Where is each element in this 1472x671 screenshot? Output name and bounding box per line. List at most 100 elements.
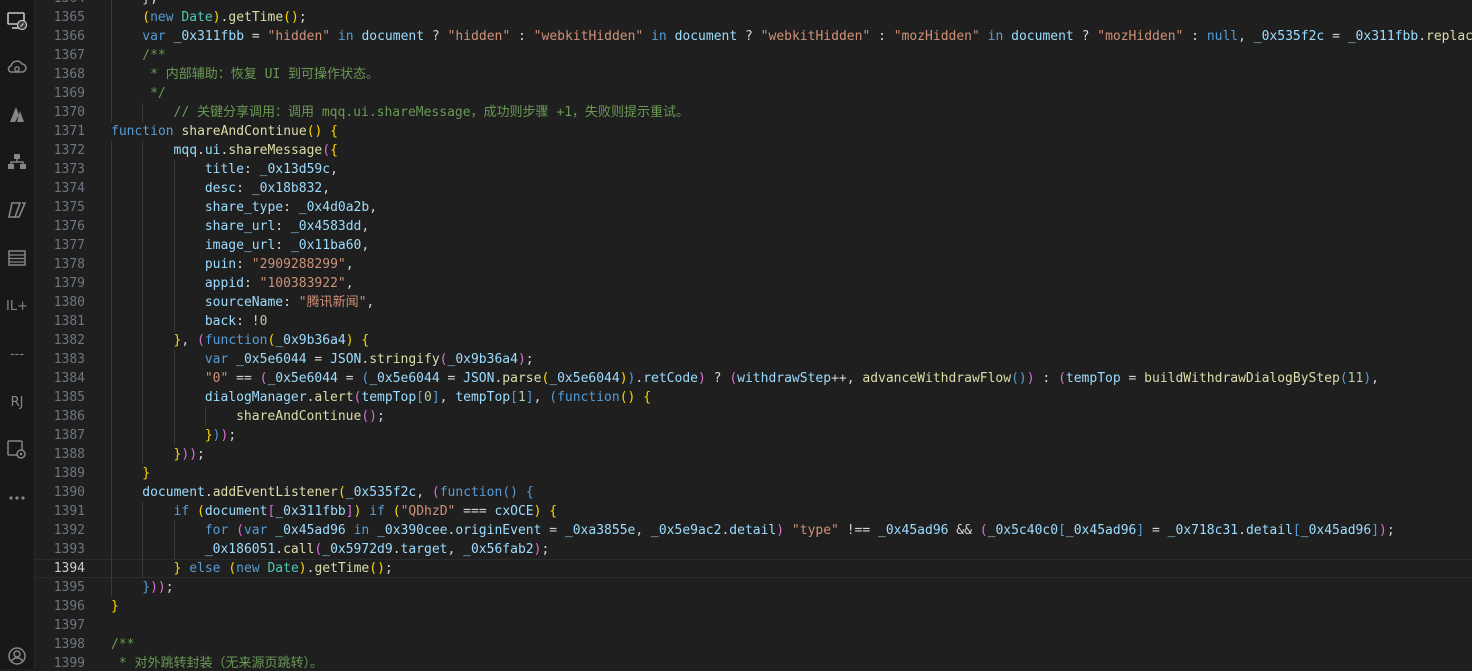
code-token: 11: [1347, 371, 1364, 386]
code-line[interactable]: 1392 for (var _0x45ad96 in _0x390cee.orig…: [35, 521, 1472, 540]
code-token: (: [1339, 371, 1348, 386]
code-line[interactable]: 1381 back: !0: [35, 312, 1472, 331]
code-line[interactable]: 1382}, (function(_0x9b36a4) {: [35, 331, 1472, 350]
code-line[interactable]: 1378 puin: "2909288299",: [35, 255, 1472, 274]
code-token: (): [306, 124, 323, 139]
code-token: 1: [517, 390, 526, 405]
code-line[interactable]: 1376 share_url: _0x4583dd,: [35, 217, 1472, 236]
code-line[interactable]: 1370 // 关键分享调用：调用 mqq.ui.shareMessage，成功则…: [35, 103, 1472, 122]
code-line[interactable]: 1371 function shareAndContinue() {: [35, 122, 1472, 141]
line-number: 1382: [53, 333, 85, 348]
code-line[interactable]: 1379 appid: "100383922",: [35, 274, 1472, 293]
code-text: */: [142, 84, 166, 103]
code-token: ===: [455, 504, 495, 519]
line-number: 1399: [53, 656, 85, 669]
line-number: 1364: [35, 0, 85, 8]
indent-guide: [142, 160, 144, 179]
code-line[interactable]: 1387}));: [35, 426, 1472, 445]
code-line[interactable]: 1375 share_type: _0x4d0a2b,: [35, 198, 1472, 217]
code-line[interactable]: 1364},: [35, 0, 1472, 8]
list-icon[interactable]: [0, 243, 34, 273]
code-token: (: [142, 10, 151, 25]
code-line[interactable]: 1366 var _0x311fbb = "hidden" in document…: [35, 27, 1472, 46]
code-line[interactable]: 1367 /**: [35, 46, 1472, 65]
code-token: (): [283, 10, 299, 25]
code-line[interactable]: 1395}));: [35, 578, 1472, 597]
settings-sync-icon[interactable]: [0, 435, 34, 465]
code-line[interactable]: 1369 */: [35, 84, 1472, 103]
indent-guide: [111, 293, 112, 312]
line-number: 1378: [53, 257, 85, 272]
code-token: target: [400, 542, 448, 557]
code-token: _0x45ad96: [1065, 523, 1137, 538]
code-text: sourceName: "腾讯新闻",: [205, 293, 374, 312]
rj-label[interactable]: RJ: [0, 387, 34, 417]
code-token: _0x311fbb: [275, 504, 346, 519]
indent-guide: [173, 350, 175, 369]
hierarchy-icon[interactable]: [0, 147, 34, 177]
code-line[interactable]: 1383 var _0x5e6044 = JSON.stringify(_0x9b…: [35, 350, 1472, 369]
remote-explorer-icon[interactable]: [0, 6, 34, 36]
code-token: ): [345, 333, 354, 348]
code-line[interactable]: 1399 * 对外跳转封装（无来源页跳转）。: [35, 654, 1472, 669]
indent-guide: [111, 274, 112, 293]
indent-guide: [111, 179, 112, 198]
code-line[interactable]: 1391 if (document[_0x311fbb]) if ("QDhzD"…: [35, 502, 1472, 521]
azure-icon[interactable]: [0, 100, 34, 130]
indent-guide: [142, 312, 144, 331]
code-editor[interactable]: 1364},1365(new Date).getTime();1366var _…: [35, 0, 1472, 669]
code-line[interactable]: 1373 title: _0x13d59c,: [35, 160, 1472, 179]
copilot-icon[interactable]: [0, 195, 34, 225]
code-line[interactable]: 1377 image_url: _0x11ba60,: [35, 236, 1472, 255]
code-token: )): [181, 447, 198, 462]
code-line[interactable]: 1397: [35, 616, 1472, 635]
code-token: .: [275, 542, 284, 557]
code-token: document: [204, 504, 268, 519]
code-token: ,: [361, 219, 370, 234]
indent-guide: [142, 426, 144, 445]
indent-guide: [142, 407, 144, 426]
code-line[interactable]: 1390 document.addEventListener(_0x535f2c,…: [35, 483, 1472, 502]
accounts-icon[interactable]: [0, 641, 34, 671]
indent-guide: [111, 559, 112, 578]
code-line[interactable]: 1384 "0" == (_0x5e6044 = (_0x5e6044 = JSO…: [35, 369, 1472, 388]
code-line[interactable]: 1374 desc: _0x18b832,: [35, 179, 1472, 198]
indent-guide: [142, 388, 144, 407]
code-token: [: [1292, 523, 1301, 538]
code-line[interactable]: 1372 mqq.ui.shareMessage({: [35, 141, 1472, 160]
code-line[interactable]: 1368 * 内部辅助：恢复 UI 到可操作状态。: [35, 65, 1472, 84]
code-token: desc: [204, 181, 237, 196]
dashes-label[interactable]: ---: [0, 339, 34, 369]
indent-guide: [111, 464, 112, 483]
code-line[interactable]: 1365 (new Date).getTime();: [35, 8, 1472, 27]
code-line[interactable]: 1389}: [35, 464, 1472, 483]
code-line[interactable]: 1394} else (new Date).getTime();: [35, 559, 1472, 578]
code-token: /**: [111, 637, 135, 652]
code-token: null: [1206, 29, 1239, 44]
indent-guide: [142, 198, 144, 217]
il-plus-label[interactable]: IL+: [0, 291, 34, 321]
indent-guide: [111, 65, 112, 84]
cloud-icon[interactable]: [0, 52, 34, 82]
code-token: (): [502, 485, 518, 500]
more-icon[interactable]: [0, 483, 34, 513]
code-line[interactable]: 1380 sourceName: "腾讯新闻",: [35, 293, 1472, 312]
code-token: * 对外跳转封装（无来源页跳转）。: [111, 656, 323, 669]
code-line[interactable]: 1388}));: [35, 445, 1472, 464]
code-line[interactable]: 1385 dialogManager.alert(tempTop[0], temp…: [35, 388, 1472, 407]
line-number: 1371: [53, 124, 85, 139]
code-token: :: [236, 257, 252, 272]
code-line[interactable]: 1393 _0x186051.call(_0x5972d9.target, _0x…: [35, 540, 1472, 559]
indent-guide: [173, 521, 175, 540]
indent-guide: [142, 369, 144, 388]
code-line[interactable]: 1396}: [35, 597, 1472, 616]
code-token: =: [541, 523, 565, 538]
code-text: appid: "100383922",: [205, 274, 354, 293]
code-line[interactable]: 1398 /**: [35, 635, 1472, 654]
code-line[interactable]: 1386 shareAndContinue();: [35, 407, 1472, 426]
indent-guide: [173, 274, 175, 293]
code-token: _0x311fbb: [1347, 29, 1419, 44]
